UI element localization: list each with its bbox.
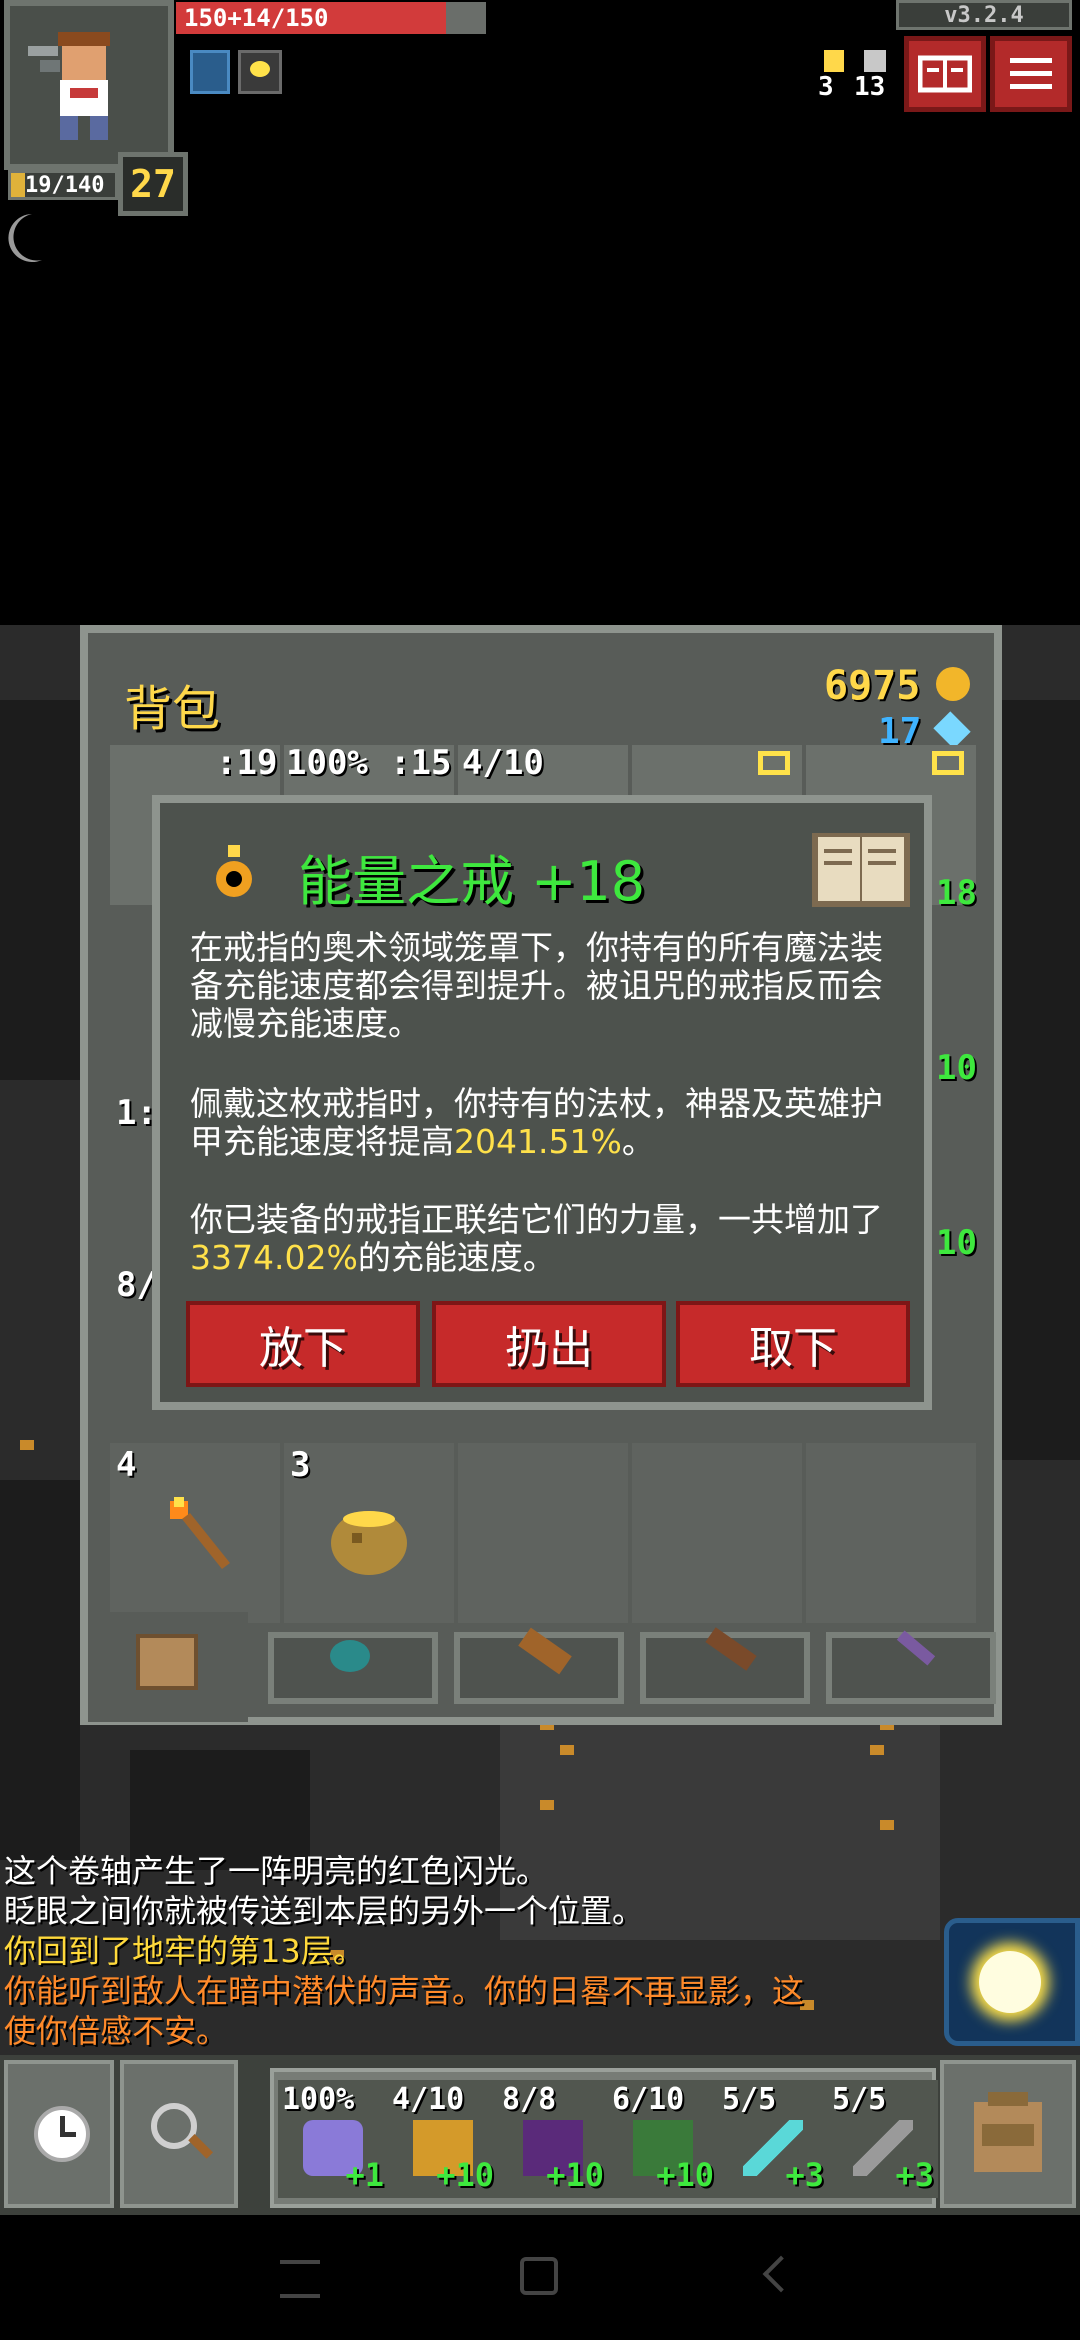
gem-icon xyxy=(933,711,971,749)
log-line: 这个卷轴产生了一阵明亮的红色闪光。 xyxy=(4,1852,549,1890)
trophy-icon xyxy=(824,50,844,72)
journal-button[interactable] xyxy=(904,36,986,112)
dungeon-wall xyxy=(0,700,90,1080)
unequip-button[interactable]: 取下 xyxy=(676,1301,910,1387)
bag-tab-seeds[interactable] xyxy=(268,1632,438,1704)
slot-label: :19 xyxy=(216,743,278,783)
system-nav-bar xyxy=(0,2215,1080,2340)
search-button[interactable] xyxy=(120,2060,238,2208)
inventory-slot-pot[interactable]: 3 xyxy=(284,1443,454,1623)
recents-icon[interactable] xyxy=(280,2260,320,2298)
dungeon-wall xyxy=(0,1480,80,1860)
inventory-title: 背包 xyxy=(124,681,221,737)
bag-tab-scrolls[interactable] xyxy=(454,1627,624,1704)
slot-level: 10 xyxy=(936,1048,977,1088)
log-line: 你能听到敌人在暗中潜伏的声音。你的日晷不再显影，这 xyxy=(4,1972,805,2010)
key-indicator: 13 xyxy=(854,50,886,102)
spellbook-icon[interactable] xyxy=(810,827,912,911)
backpack-icon xyxy=(136,1634,198,1690)
slot-count: 4 xyxy=(116,1445,137,1485)
inventory-button[interactable] xyxy=(940,2060,1076,2208)
back-icon[interactable] xyxy=(762,2255,800,2293)
depth-indicator: 3 xyxy=(818,50,844,102)
item-description-2: 佩戴这枚戒指时，你持有的法杖，神器及英雄护甲充能速度将提高2041.51%。 xyxy=(190,1084,883,1161)
drop-button[interactable]: 放下 xyxy=(186,1301,420,1387)
honeypot-icon xyxy=(331,1511,407,1575)
potion-bandolier-icon xyxy=(705,1627,757,1671)
health-bar: 150+14/150 xyxy=(176,2,486,34)
key-icon xyxy=(864,50,886,72)
light-button[interactable] xyxy=(944,1918,1080,2046)
wand-holster-icon xyxy=(896,1630,936,1666)
inventory-slot[interactable] xyxy=(806,1443,976,1623)
buff-icon[interactable] xyxy=(190,50,230,94)
gold-count: 6975 xyxy=(824,663,921,709)
seed-pouch-icon xyxy=(330,1640,370,1672)
wait-clock-icon xyxy=(34,2106,90,2162)
throw-button[interactable]: 扔出 xyxy=(432,1301,666,1387)
item-description-3: 你已装备的戒指正联结它们的力量，一共增加了3374.02%的充能速度。 xyxy=(190,1200,883,1277)
inventory-slot[interactable] xyxy=(458,1443,628,1623)
health-text: 150+14/150 xyxy=(184,4,329,32)
ring-icon xyxy=(216,845,252,897)
wait-button[interactable] xyxy=(4,2060,114,2208)
menu-button[interactable] xyxy=(990,36,1072,112)
item-description-1: 在戒指的奥术领域笼罩下，你持有的所有魔法装备充能速度都会得到提升。被诅咒的戒指反… xyxy=(190,928,883,1043)
total-charge-value: 3374.02% xyxy=(190,1238,358,1277)
experience-bar: 19/140 xyxy=(8,170,118,200)
log-line: 你回到了地牢的第13层。 xyxy=(4,1932,365,1970)
item-info-dialog: 能量之戒 +18 在戒指的奥术领域笼罩下，你持有的所有魔法装备充能速度都会得到提… xyxy=(152,795,932,1410)
gold-coin-icon xyxy=(936,667,970,701)
quickslot-6[interactable]: 5/5 +3 xyxy=(828,2080,938,2198)
log-line: 眨眼之间你就被传送到本层的另外一个位置。 xyxy=(4,1892,645,1930)
search-magnifier-icon xyxy=(151,2103,214,2159)
slot-label: 100% xyxy=(286,743,368,783)
hero-portrait[interactable] xyxy=(4,0,174,170)
scroll-holder-icon xyxy=(518,1627,572,1675)
slot-label: :15 xyxy=(390,743,452,783)
inventory-slot-torch[interactable]: 4 xyxy=(110,1443,280,1623)
menu-icon xyxy=(1010,58,1052,89)
slot-level: 18 xyxy=(936,873,977,913)
hero-level-badge: 27 xyxy=(118,152,188,216)
quickslot-5[interactable]: 5/5 +3 xyxy=(718,2080,828,2198)
inventory-slot[interactable] xyxy=(632,1443,802,1623)
slot-count: 3 xyxy=(290,1445,311,1485)
hero-sprite-icon xyxy=(28,32,110,140)
slot-label: 4/10 xyxy=(462,743,544,783)
quickslot-1[interactable]: 100% +1 xyxy=(278,2080,388,2198)
bag-tab-potions[interactable] xyxy=(640,1627,810,1704)
quickslot-4[interactable]: 6/10 +10 xyxy=(608,2080,718,2198)
version-label: v3.2.4 xyxy=(896,0,1072,30)
light-buff-icon[interactable] xyxy=(238,50,282,94)
battery-icon xyxy=(758,751,790,775)
item-name: 能量之戒 +18 xyxy=(298,850,646,913)
slot-label: 1: xyxy=(116,1093,157,1133)
bag-tab-main[interactable] xyxy=(88,1612,248,1722)
backpack-icon xyxy=(974,2092,1042,2172)
experience-text: 19/140 xyxy=(25,173,105,198)
home-icon[interactable] xyxy=(520,2257,558,2295)
light-orb-icon xyxy=(979,1951,1041,2013)
charge-bonus-value: 2041.51% xyxy=(454,1122,622,1161)
bag-tab-wands[interactable] xyxy=(826,1630,996,1704)
dialog-actions: 放下 扔出 取下 xyxy=(186,1301,914,1387)
moon-icon xyxy=(8,214,43,262)
battery-icon xyxy=(932,751,964,775)
quickslot-3[interactable]: 8/8 +10 xyxy=(498,2080,608,2198)
quickslot-2[interactable]: 4/10 +10 xyxy=(388,2080,498,2198)
slot-label: 8/ xyxy=(116,1265,157,1305)
torch-icon xyxy=(170,1497,230,1569)
log-line: 使你倍感不安。 xyxy=(4,2012,229,2050)
slot-level: 10 xyxy=(936,1223,977,1263)
journal-icon xyxy=(918,55,972,93)
